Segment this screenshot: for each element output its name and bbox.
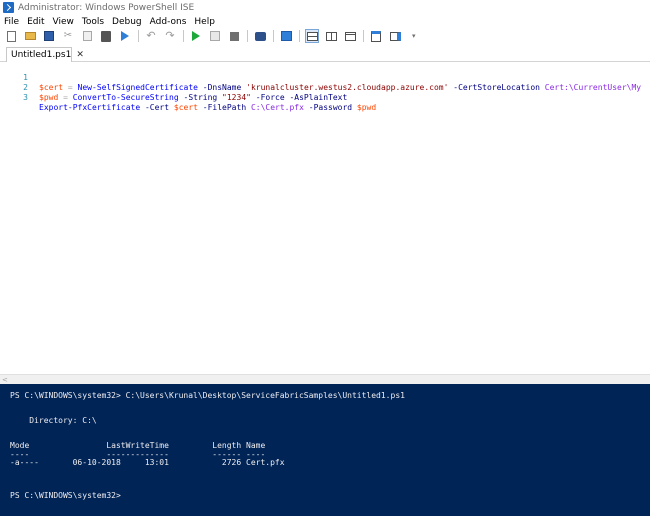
token-parameter: -Cert <box>140 103 174 112</box>
new-file-button[interactable] <box>4 29 18 43</box>
save-button[interactable] <box>42 29 56 43</box>
toolbar-separator <box>273 30 274 42</box>
toolbar-overflow-button[interactable]: ▾ <box>407 29 421 43</box>
open-button[interactable] <box>23 29 37 43</box>
remote-powershell-icon <box>280 31 292 41</box>
token-parameter: -String <box>178 93 223 102</box>
copy-icon <box>82 31 92 41</box>
powershell-ise-icon <box>3 2 14 13</box>
console-pane[interactable]: PS C:\WINDOWS\system32> C:\Users\Krunal\… <box>0 384 650 516</box>
cut-button[interactable]: ✂ <box>61 29 75 43</box>
paste-button[interactable] <box>99 29 113 43</box>
pane-right-icon <box>325 31 337 41</box>
token-variable: $pwd <box>356 103 377 112</box>
console-line: PS C:\WINDOWS\system32> C:\Users\Krunal\… <box>10 391 405 400</box>
command-window-button[interactable] <box>369 29 383 43</box>
tab-label: Untitled1.ps1 <box>11 50 72 60</box>
title-bar: Administrator: Windows PowerShell ISE <box>0 0 650 15</box>
toolbar: ✂ ↶ ↷ ▾ <box>0 28 650 44</box>
token-command: Export-PfxCertificate <box>39 103 141 112</box>
menu-debug[interactable]: Debug <box>112 17 142 27</box>
menu-edit[interactable]: Edit <box>27 17 44 27</box>
add-on-tools-icon <box>389 31 401 41</box>
stop-icon <box>229 31 239 41</box>
new-file-icon <box>6 30 16 42</box>
paste-icon <box>101 30 111 42</box>
run-selection-icon <box>121 31 129 41</box>
pane-top-icon <box>306 31 318 41</box>
pane-max-button[interactable] <box>343 29 357 43</box>
remote-powershell-button[interactable] <box>279 29 293 43</box>
code-text: $pwd = ConvertTo-SecureString -String "1… <box>39 93 347 103</box>
run-selection-console-button[interactable] <box>118 29 132 43</box>
menu-add-ons[interactable]: Add-ons <box>150 17 187 27</box>
redo-button[interactable]: ↷ <box>163 29 177 43</box>
toolbar-separator <box>138 30 139 42</box>
menu-file[interactable]: File <box>4 17 19 27</box>
token-parameter: -FilePath <box>197 103 251 112</box>
menu-tools[interactable]: Tools <box>82 17 104 27</box>
toolbar-separator <box>299 30 300 42</box>
save-icon <box>44 31 54 41</box>
code-line: 3 Export-PfxCertificate -Cert $cert -Fil… <box>0 83 650 112</box>
run-script-icon <box>192 31 200 41</box>
toolbar-separator <box>247 30 248 42</box>
token-operator: = <box>58 93 73 102</box>
token-variable: $pwd <box>39 93 59 102</box>
overflow-icon: ▾ <box>412 32 416 40</box>
script-tab-strip: Untitled1.ps1 ✕ <box>0 44 650 62</box>
script-editor[interactable]: 1 $cert = New-SelfSignedCertificate -Dns… <box>0 62 650 374</box>
copy-button[interactable] <box>80 29 94 43</box>
scroll-left-icon[interactable]: < <box>2 376 8 384</box>
run-selection-button[interactable] <box>208 29 222 43</box>
menu-help[interactable]: Help <box>194 17 215 27</box>
add-on-tools-button[interactable] <box>388 29 402 43</box>
redo-icon: ↷ <box>165 29 175 42</box>
token-argument: C:\Cert.pfx <box>250 103 304 112</box>
console-prompt: PS C:\WINDOWS\system32> <box>10 491 121 500</box>
menu-view[interactable]: View <box>53 17 74 27</box>
code-line: 1 $cert = New-SelfSignedCertificate -Dns… <box>0 63 650 92</box>
token-command: ConvertTo-SecureString <box>72 93 179 102</box>
command-window-icon <box>371 30 381 42</box>
window-title: Administrator: Windows PowerShell ISE <box>18 2 195 13</box>
pane-right-button[interactable] <box>324 29 338 43</box>
debug-icon <box>254 31 266 41</box>
console-line: Directory: C:\ <box>10 416 97 425</box>
code-text: Export-PfxCertificate -Cert $cert -FileP… <box>39 103 376 113</box>
close-tab-icon[interactable]: ✕ <box>76 50 84 60</box>
editor-horizontal-scrollbar[interactable]: < <box>0 374 650 384</box>
stop-button[interactable] <box>227 29 241 43</box>
token-string: "1234" <box>222 93 251 102</box>
token-parameter: -Password <box>303 103 357 112</box>
undo-button[interactable]: ↶ <box>144 29 158 43</box>
line-number: 3 <box>23 93 28 102</box>
console-line: -a---- 06-10-2018 13:01 2726 Cert.pfx <box>10 458 285 467</box>
pane-top-button[interactable] <box>305 29 319 43</box>
toolbar-separator <box>183 30 184 42</box>
toolbar-separator <box>363 30 364 42</box>
token-parameter: -Force -AsPlainText <box>250 93 348 102</box>
menu-bar: File Edit View Tools Debug Add-ons Help <box>0 15 650 28</box>
debug-button[interactable] <box>253 29 267 43</box>
undo-icon: ↶ <box>146 29 156 42</box>
code-line: 2 $pwd = ConvertTo-SecureString -String … <box>0 73 650 102</box>
open-folder-icon <box>24 32 36 40</box>
pane-max-icon <box>344 31 356 41</box>
tab-untitled1[interactable]: Untitled1.ps1 ✕ <box>6 47 84 62</box>
cut-icon: ✂ <box>63 30 73 41</box>
run-selection-icon <box>210 31 220 41</box>
token-variable: $cert <box>173 103 198 112</box>
run-script-button[interactable] <box>189 29 203 43</box>
